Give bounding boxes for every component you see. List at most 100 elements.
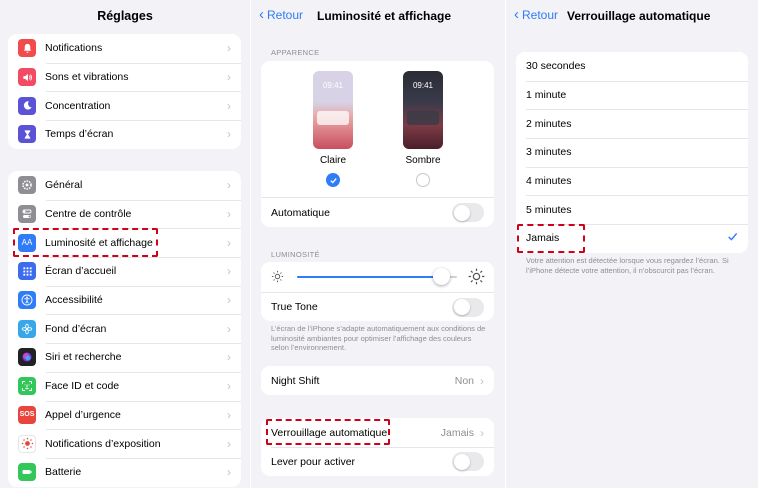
attention-note: Votre attention est détectée lorsque vou… <box>526 256 729 275</box>
settings-group-2: Général › Centre de contrôle › AA Lumino… <box>8 171 241 487</box>
speaker-icon <box>18 68 36 87</box>
raise-to-wake-label: Lever pour activer <box>271 455 356 468</box>
automatic-label: Automatique <box>271 206 330 219</box>
chevron-right-icon: › <box>227 436 231 451</box>
exposure-icon <box>18 434 36 453</box>
settings-panel: Réglages Notifications › Sons et vibrati… <box>0 0 250 488</box>
back-button[interactable]: ‹ Retour <box>259 6 303 23</box>
radio-unchecked-icon[interactable] <box>416 173 430 187</box>
flower-icon <box>18 319 36 338</box>
preview-notification <box>407 111 439 125</box>
option-30-seconds[interactable]: 30 secondes <box>516 52 748 81</box>
chevron-right-icon: › <box>227 407 231 422</box>
checkmark-icon[interactable] <box>326 173 340 187</box>
sun-small-icon <box>271 270 284 288</box>
dark-mode-preview[interactable]: 09:41 <box>403 71 443 149</box>
chevron-right-icon: › <box>480 373 484 388</box>
chevron-left-icon: ‹ <box>259 6 264 23</box>
page-title: Verrouillage automatique <box>567 9 711 23</box>
option-label: 5 minutes <box>526 203 572 216</box>
slider-thumb[interactable] <box>433 268 450 285</box>
bell-icon <box>18 39 36 58</box>
settings-item-control-center[interactable]: Centre de contrôle › <box>8 199 241 229</box>
night-shift-row[interactable]: Night Shift Non › <box>261 366 494 395</box>
settings-item-emergency-sos[interactable]: SOS Appel d’urgence › <box>8 400 241 430</box>
option-label: 3 minutes <box>526 146 572 159</box>
true-tone-note: L’écran de l’iPhone s’adapte automatique… <box>271 324 486 352</box>
settings-item-label: Écran d’accueil <box>45 265 117 278</box>
settings-group-1: Notifications › Sons et vibrations › Con… <box>8 34 241 149</box>
settings-item-label: Sons et vibrations <box>45 71 129 84</box>
settings-item-wallpaper[interactable]: Fond d’écran › <box>8 314 241 343</box>
chevron-right-icon: › <box>227 235 231 250</box>
option-5-minutes[interactable]: 5 minutes <box>516 195 748 224</box>
settings-item-focus[interactable]: Concentration › <box>8 91 241 120</box>
section-header: LUMINOSITÉ <box>271 250 320 259</box>
night-shift-card: Night Shift Non › <box>261 366 494 395</box>
true-tone-toggle[interactable] <box>452 297 484 317</box>
gear-icon <box>18 176 36 195</box>
settings-item-label: Batterie <box>45 466 82 479</box>
screenshot: Réglages Notifications › Sons et vibrati… <box>0 0 758 488</box>
option-1-minute[interactable]: 1 minute <box>516 80 748 110</box>
option-label: 30 secondes <box>526 60 586 73</box>
chevron-right-icon: › <box>227 41 231 56</box>
settings-item-siri[interactable]: Siri et recherche › <box>8 343 241 372</box>
chevron-right-icon: › <box>227 465 231 480</box>
settings-item-exposure[interactable]: Notifications d’exposition › <box>8 429 241 458</box>
page-title: Réglages <box>97 9 153 23</box>
settings-item-label: Face ID et code <box>45 380 120 393</box>
chevron-right-icon: › <box>227 127 231 142</box>
option-label: 4 minutes <box>526 175 572 188</box>
true-tone-label: True Tone <box>271 301 318 313</box>
grid-icon <box>18 262 36 281</box>
chevron-right-icon: › <box>227 207 231 222</box>
highlight-box <box>266 419 390 445</box>
checkmark-icon <box>727 231 738 245</box>
chevron-right-icon: › <box>227 98 231 113</box>
page-title: Luminosité et affichage <box>317 9 452 23</box>
moon-icon <box>18 96 36 115</box>
option-3-minutes[interactable]: 3 minutes <box>516 138 748 167</box>
raise-to-wake-toggle[interactable] <box>452 452 484 471</box>
option-4-minutes[interactable]: 4 minutes <box>516 166 748 196</box>
settings-item-label: Général <box>45 179 83 192</box>
hourglass-icon <box>18 125 36 144</box>
light-mode-label: Claire <box>319 155 347 166</box>
section-header: APPARENCE <box>271 48 320 57</box>
option-2-minutes[interactable]: 2 minutes <box>516 109 748 138</box>
preview-time: 09:41 <box>412 81 434 90</box>
automatic-toggle[interactable] <box>452 203 484 222</box>
back-button[interactable]: ‹ Retour <box>514 6 559 23</box>
true-tone-row: True Tone <box>261 292 494 321</box>
settings-item-label: Siri et recherche <box>45 351 122 364</box>
settings-navbar: Réglages <box>0 0 250 32</box>
toggles-icon <box>18 205 36 224</box>
chevron-right-icon: › <box>480 425 484 440</box>
settings-item-accessibility[interactable]: Accessibilité › <box>8 285 241 315</box>
settings-item-home-screen[interactable]: Écran d’accueil › <box>8 257 241 286</box>
sos-icon: SOS <box>18 405 36 424</box>
raise-to-wake-row: Lever pour activer <box>261 447 494 476</box>
chevron-left-icon: ‹ <box>514 6 519 23</box>
night-shift-label: Night Shift <box>271 374 320 387</box>
settings-item-label: Temps d’écran <box>45 128 114 141</box>
settings-item-sounds[interactable]: Sons et vibrations › <box>8 62 241 92</box>
settings-item-notifications[interactable]: Notifications › <box>8 34 241 63</box>
battery-icon <box>18 463 36 482</box>
settings-item-face-id[interactable]: Face ID et code › <box>8 371 241 401</box>
face-id-icon <box>18 377 36 396</box>
siri-icon <box>18 348 36 367</box>
settings-item-label: Centre de contrôle <box>45 208 132 221</box>
option-label: 2 minutes <box>526 117 572 130</box>
auto-lock-value: Jamais <box>440 426 474 439</box>
settings-item-general[interactable]: Général › <box>8 171 241 200</box>
option-label: 1 minute <box>526 89 567 102</box>
settings-item-battery[interactable]: Batterie › <box>8 457 241 487</box>
slider-fill <box>297 276 441 278</box>
preview-notification <box>317 111 349 125</box>
settings-item-screen-time[interactable]: Temps d’écran › <box>8 120 241 149</box>
accessibility-icon <box>18 291 36 310</box>
light-mode-preview[interactable]: 09:41 <box>313 71 353 149</box>
back-label: Retour <box>522 8 559 22</box>
